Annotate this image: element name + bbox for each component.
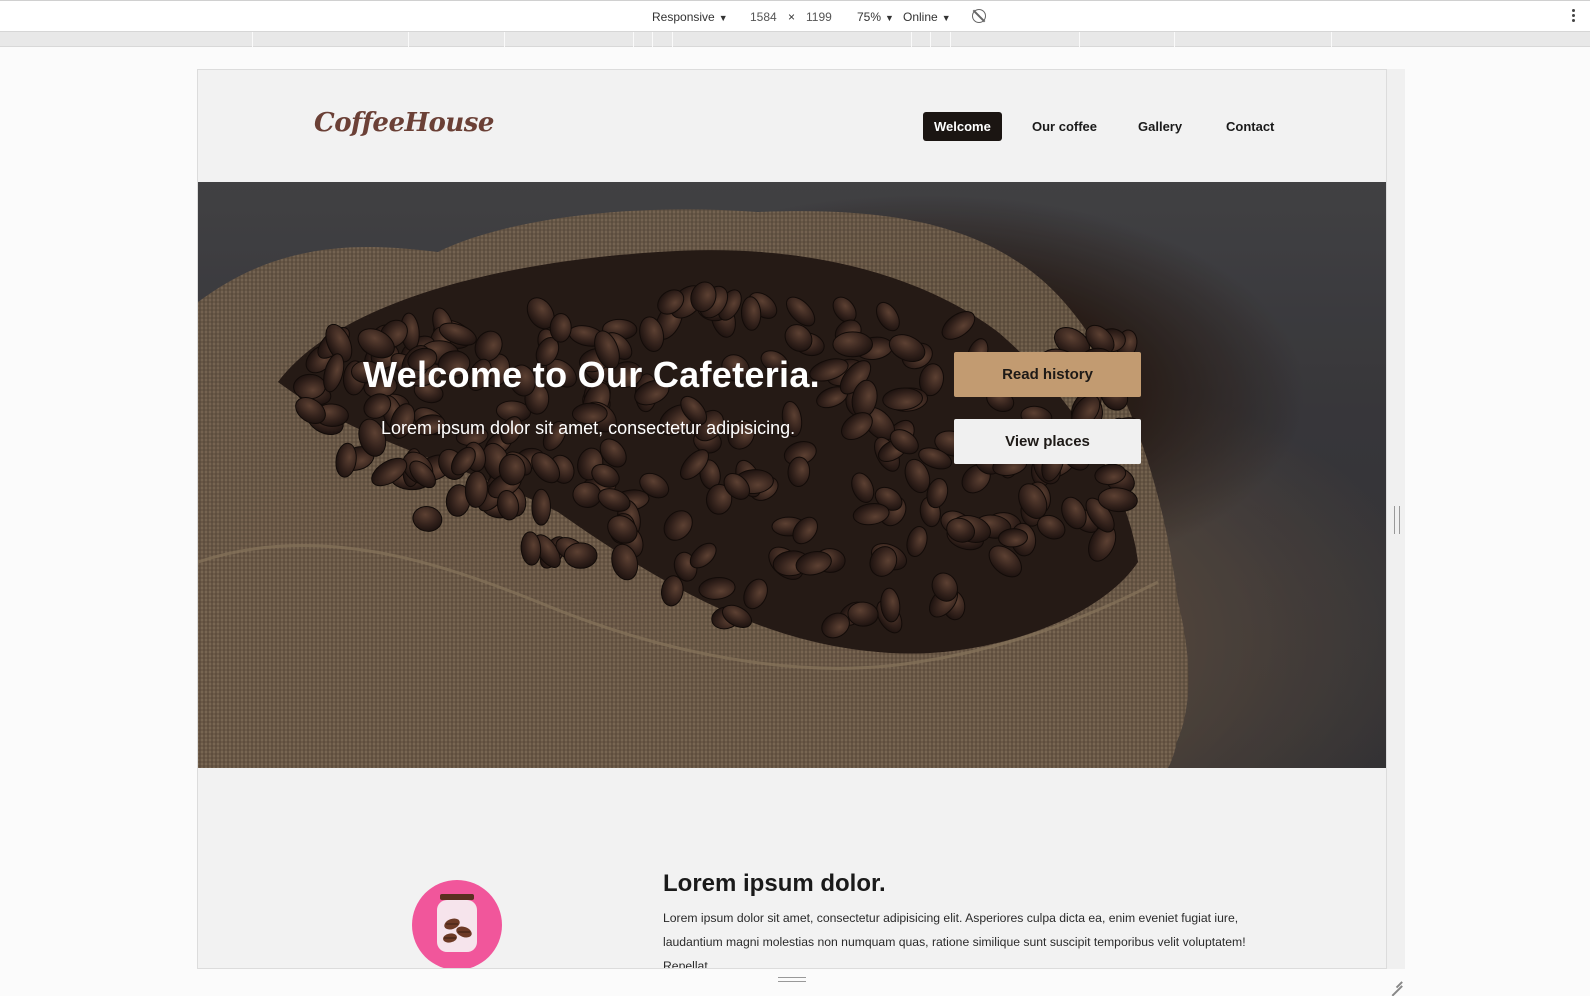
hero-subtitle: Lorem ipsum dolor sit amet, consectetur … [381,418,796,438]
viewport-height-input[interactable]: 1199 [806,9,832,25]
coffee-jar-icon [412,880,502,968]
devtools-device-toolbar: Responsive ▼ 1584 × 1199 75% ▼ Online ▼ [0,0,1590,32]
chevron-down-icon: ▼ [718,13,728,23]
viewport-width-input[interactable]: 1584 [750,9,777,25]
emulated-viewport: CoffeeHouse Welcome Our coffee Gallery C… [197,69,1387,969]
zoom-label: 75% [857,10,882,24]
hero-banner: Welcome to Our Cafeteria. Lorem ipsum do… [198,182,1386,768]
intro-section: Lorem ipsum dolor. Lorem ipsum dolor sit… [198,768,1386,969]
nav-item-welcome[interactable]: Welcome [923,112,1002,141]
device-mode-label: Responsive [652,10,715,24]
zoom-select[interactable]: 75% ▼ [857,9,894,26]
viewport-resize-handle-right[interactable] [1394,506,1400,534]
site-header: CoffeeHouse Welcome Our coffee Gallery C… [198,70,1386,182]
network-label: Online [903,10,938,24]
network-throttle-select[interactable]: Online ▼ [903,9,951,26]
chevron-down-icon: ▼ [941,13,951,23]
media-query-ruler[interactable] [0,32,1590,47]
chevron-down-icon: ▼ [885,13,894,23]
viewport-resize-handle-bottom[interactable] [778,977,806,982]
more-options-icon[interactable] [1572,9,1576,25]
section-title: Lorem ipsum dolor. [663,870,886,897]
section-body-text: Lorem ipsum dolor sit amet, consectetur … [663,911,1246,969]
site-logo[interactable]: CoffeeHouse [314,108,494,138]
nav-item-gallery[interactable]: Gallery [1127,112,1193,141]
viewport-resize-handle-corner[interactable] [1390,974,1402,986]
nav-item-our-coffee[interactable]: Our coffee [1021,112,1108,141]
read-history-button[interactable]: Read history [954,352,1141,397]
hero-title: Welcome to Our Cafeteria. [363,354,820,395]
rotate-icon[interactable] [972,9,986,23]
dimension-separator: × [788,10,796,24]
device-mode-select[interactable]: Responsive ▼ [652,9,728,26]
nav-item-contact[interactable]: Contact [1215,112,1285,141]
coffee-beans-sack-image [198,182,1386,768]
view-places-button[interactable]: View places [954,419,1141,464]
